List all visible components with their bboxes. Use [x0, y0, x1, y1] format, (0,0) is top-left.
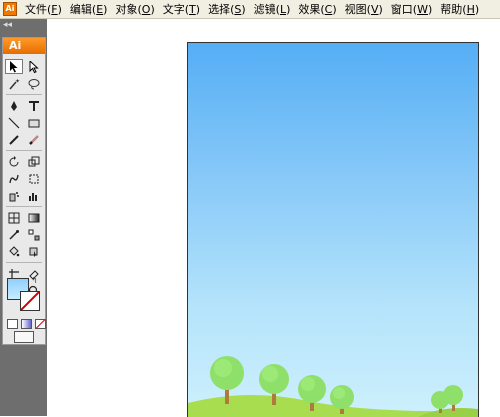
- artboard[interactable]: [187, 42, 479, 417]
- blend-tool-icon[interactable]: [25, 227, 43, 242]
- menu-window-key: W: [417, 3, 428, 16]
- color-mode-row: [7, 319, 46, 329]
- tree-6: [443, 385, 463, 411]
- menu-filter-label: 滤镜: [253, 3, 276, 16]
- none-mode-icon[interactable]: [35, 319, 46, 329]
- menu-window-label: 窗口: [390, 3, 413, 16]
- menu-edit-label: 编辑: [69, 3, 92, 16]
- tool-grid: ✦: [4, 58, 44, 299]
- mesh-tool-icon[interactable]: [5, 210, 23, 225]
- menu-help[interactable]: 帮助(H): [436, 1, 483, 17]
- swap-fill-stroke-icon[interactable]: ↰: [31, 276, 38, 285]
- menu-effect[interactable]: 效果(C): [294, 1, 340, 17]
- pen-tool-icon[interactable]: [5, 98, 23, 113]
- menu-select-label: 选择: [208, 3, 231, 16]
- free-transform-tool-icon[interactable]: [25, 171, 43, 186]
- menu-view-key: V: [370, 3, 379, 16]
- toolbox-header: Ai: [3, 38, 45, 54]
- gradient-tool-icon[interactable]: [25, 210, 43, 225]
- rectangle-tool-icon[interactable]: [25, 115, 43, 130]
- eyedropper-tool-icon[interactable]: [5, 227, 23, 242]
- menu-object-label: 对象: [115, 3, 138, 16]
- menu-file-key: F: [51, 3, 58, 16]
- color-mode-icon[interactable]: [7, 319, 18, 329]
- lasso-tool-icon[interactable]: [25, 76, 43, 91]
- menu-edit-key: E: [96, 3, 104, 16]
- magic-wand-tool-icon[interactable]: ✦: [5, 76, 23, 91]
- menu-help-label: 帮助: [440, 3, 463, 16]
- menu-effect-key: C: [324, 3, 333, 16]
- menu-type[interactable]: 文字(T): [159, 1, 204, 17]
- symbol-sprayer-tool-icon[interactable]: [5, 188, 23, 203]
- stroke-color-swatch[interactable]: [20, 291, 40, 311]
- line-segment-tool-icon[interactable]: [5, 115, 23, 130]
- screen-mode-button[interactable]: [14, 331, 34, 343]
- fill-stroke-controls: ↰: [7, 276, 41, 312]
- app-icon[interactable]: Ai: [3, 2, 17, 16]
- menu-view[interactable]: 视图(V): [341, 1, 387, 17]
- menu-select-key: S: [234, 3, 242, 16]
- paintbrush-tool-icon[interactable]: [5, 132, 23, 147]
- menu-filter-key: L: [279, 3, 287, 16]
- direct-selection-tool-icon[interactable]: [25, 59, 43, 74]
- menu-filter[interactable]: 滤镜(L): [250, 1, 295, 17]
- menu-file[interactable]: 文件(F): [21, 1, 66, 17]
- type-tool-icon[interactable]: [25, 98, 43, 113]
- live-paint-bucket-tool-icon[interactable]: [5, 244, 23, 259]
- scale-tool-icon[interactable]: [25, 154, 43, 169]
- menu-type-label: 文字: [162, 3, 185, 16]
- menu-effect-label: 效果: [298, 3, 321, 16]
- menu-object[interactable]: 对象(O): [111, 1, 158, 17]
- tools-panel: Ai ✦ ↰: [2, 37, 46, 345]
- menu-window[interactable]: 窗口(W): [387, 1, 436, 17]
- warp-tool-icon[interactable]: [5, 171, 23, 186]
- menu-help-key: H: [466, 3, 475, 16]
- collapse-panel-button[interactable]: ◂◂: [3, 20, 12, 30]
- column-graph-tool-icon[interactable]: [25, 188, 43, 203]
- menu-edit[interactable]: 编辑(E): [66, 1, 112, 17]
- landscape-illustration: [188, 356, 478, 417]
- svg-text:✦: ✦: [15, 78, 20, 85]
- gradient-mode-icon[interactable]: [21, 319, 32, 329]
- menu-type-key: T: [189, 3, 196, 16]
- menu-select[interactable]: 选择(S): [204, 1, 250, 17]
- menu-bar: Ai 文件(F) 编辑(E) 对象(O) 文字(T) 选择(S) 滤镜(L) 效…: [0, 0, 500, 19]
- menu-view-label: 视图: [344, 3, 367, 16]
- rotate-tool-icon[interactable]: [5, 154, 23, 169]
- live-paint-selection-tool-icon[interactable]: [25, 244, 43, 259]
- menu-file-label: 文件: [25, 3, 47, 16]
- pencil-tool-icon[interactable]: [25, 132, 43, 147]
- selection-tool-icon[interactable]: [5, 59, 23, 74]
- menu-object-key: O: [141, 3, 151, 16]
